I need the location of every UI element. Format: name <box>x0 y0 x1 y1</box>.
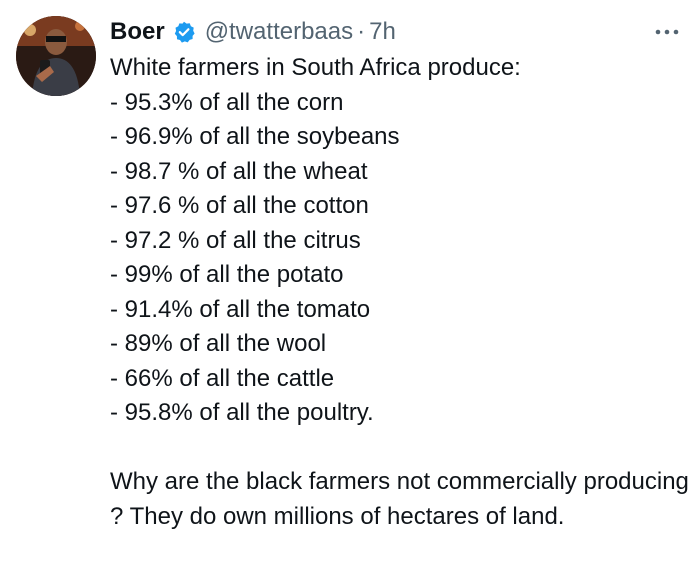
profile-photo-icon <box>16 16 96 96</box>
tweet[interactable]: Boer @twatterbaas · 7h White farmers in … <box>0 0 700 562</box>
author-display-name[interactable]: Boer <box>110 14 165 50</box>
tweet-closing-paragraph: Why are the black farmers not commercial… <box>110 468 689 530</box>
tweet-timestamp[interactable]: 7h <box>369 14 396 50</box>
tweet-text: White farmers in South Africa produce: -… <box>110 51 690 534</box>
header-separator: · <box>357 18 366 45</box>
list-item: - 66% of all the cattle <box>110 364 335 392</box>
list-item: - 99% of all the potato <box>110 261 344 288</box>
more-options-button[interactable] <box>652 22 682 42</box>
list-item: - 96.9% of all the soybeans <box>110 123 400 150</box>
list-item: - 91.4% of all the tomato <box>110 295 371 323</box>
tweet-intro: White farmers in South Africa produce: <box>110 54 521 81</box>
list-item: - 89% of all the wool <box>110 330 327 357</box>
list-item: - 95.3% of all the corn <box>110 88 344 116</box>
list-item: - 98.7 % of all the wheat <box>110 157 368 185</box>
more-horizontal-icon <box>655 29 679 35</box>
author-handle[interactable]: @twatterbaas <box>205 14 353 50</box>
list-item: - 97.6 % of all the cotton <box>110 192 369 219</box>
tweet-header: Boer @twatterbaas · 7h <box>110 14 396 50</box>
list-item: - 97.2 % of all the citrus <box>110 226 361 254</box>
verified-badge-icon <box>173 21 195 43</box>
paragraph-break <box>110 431 690 466</box>
author-avatar[interactable] <box>16 16 96 96</box>
list-item: - 95.8% of all the poultry. <box>110 399 374 426</box>
